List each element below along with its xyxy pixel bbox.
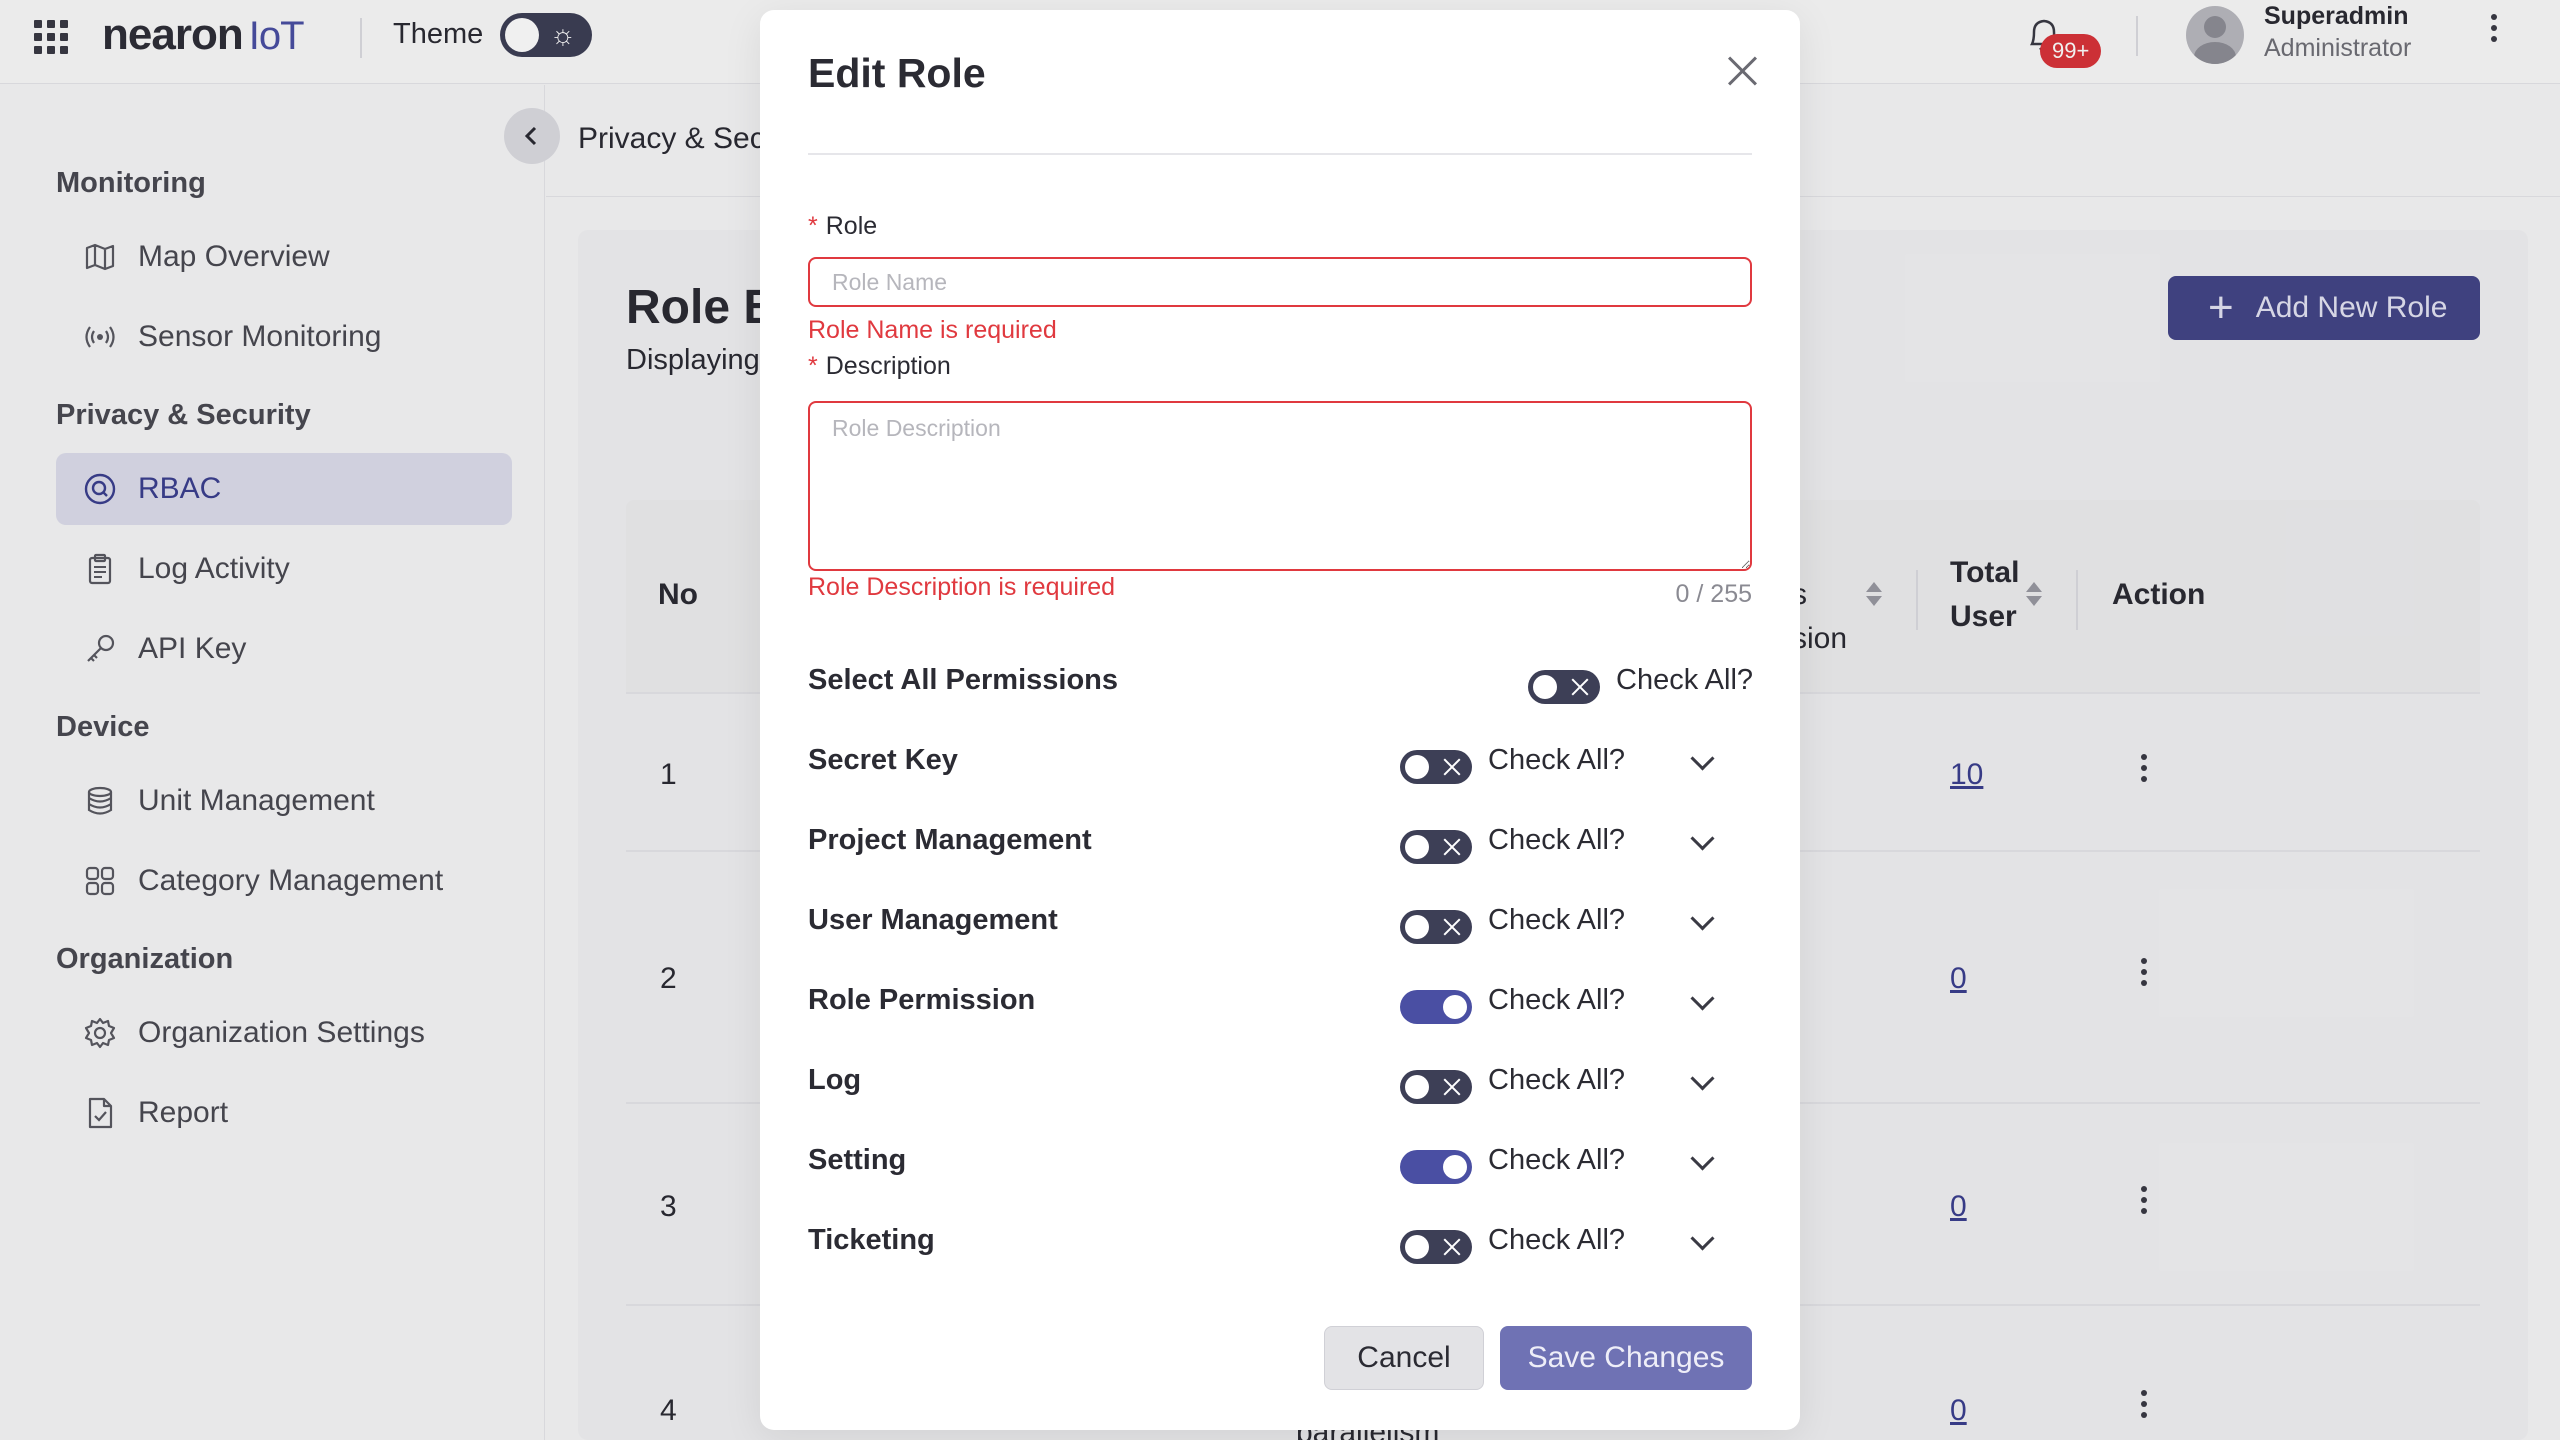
chevron-down-icon[interactable] xyxy=(1690,1230,1714,1254)
role-name-error: Role Name is required xyxy=(808,316,1057,344)
chevron-down-icon[interactable] xyxy=(1690,990,1714,1014)
check-all-label: Check All? xyxy=(1488,904,1626,936)
save-changes-button[interactable]: Save Changes xyxy=(1500,1326,1752,1390)
permission-label-user-management: User Management xyxy=(808,904,1058,936)
permission-toggle-log[interactable] xyxy=(1400,1070,1472,1104)
description-char-counter: 0 / 255 xyxy=(1675,580,1752,608)
role-description-error: Role Description is required xyxy=(808,573,1116,601)
role-description-input[interactable] xyxy=(808,401,1752,571)
chevron-down-icon[interactable] xyxy=(1690,1150,1714,1174)
permission-label-log: Log xyxy=(808,1064,862,1096)
divider xyxy=(808,153,1752,155)
role-field-label: * Role xyxy=(808,212,877,241)
check-all-label: Check All? xyxy=(1488,1224,1626,1256)
check-all-label: Check All? xyxy=(1488,1144,1626,1176)
select-all-permissions-toggle[interactable] xyxy=(1528,670,1600,704)
select-all-permissions-label: Select All Permissions xyxy=(808,664,1119,696)
required-asterisk: * xyxy=(808,352,818,380)
chevron-down-icon[interactable] xyxy=(1690,750,1714,774)
permission-toggle-project-management[interactable] xyxy=(1400,830,1472,864)
check-all-label: Check All? xyxy=(1488,1064,1626,1096)
permission-toggle-role-permission[interactable] xyxy=(1400,990,1472,1024)
permission-toggle-setting[interactable] xyxy=(1400,1150,1472,1184)
close-icon xyxy=(1442,1076,1462,1098)
permission-label-secret-key: Secret Key xyxy=(808,744,958,776)
check-all-label: Check All? xyxy=(1488,824,1626,856)
role-name-input[interactable] xyxy=(808,257,1752,307)
description-field-label: * Description xyxy=(808,352,951,381)
check-all-label: Check All? xyxy=(1616,664,1754,696)
chevron-down-icon[interactable] xyxy=(1690,910,1714,934)
permission-toggle-user-management[interactable] xyxy=(1400,910,1472,944)
close-icon xyxy=(1442,1236,1462,1258)
check-all-label: Check All? xyxy=(1488,744,1626,776)
required-asterisk: * xyxy=(808,212,818,240)
close-icon xyxy=(1442,836,1462,858)
close-icon xyxy=(1442,916,1462,938)
chevron-down-icon[interactable] xyxy=(1690,830,1714,854)
permission-toggle-ticketing[interactable] xyxy=(1400,1230,1472,1264)
description-label-text: Description xyxy=(825,352,951,380)
edit-role-modal: Edit Role *Role Role Name is required *D… xyxy=(760,10,1800,1430)
permission-label-setting: Setting xyxy=(808,1144,907,1176)
close-icon xyxy=(1570,676,1590,698)
permission-label-project-management: Project Management xyxy=(808,824,1092,856)
permission-label-role-permission: Role Permission xyxy=(808,984,1036,1016)
cancel-button[interactable]: Cancel xyxy=(1324,1326,1484,1390)
chevron-down-icon[interactable] xyxy=(1690,1070,1714,1094)
permission-toggle-secret-key[interactable] xyxy=(1400,750,1472,784)
modal-title: Edit Role xyxy=(808,50,986,96)
role-label-text: Role xyxy=(825,212,878,240)
close-icon[interactable] xyxy=(1720,48,1766,94)
check-all-label: Check All? xyxy=(1488,984,1626,1016)
close-icon xyxy=(1442,756,1462,778)
permission-label-ticketing: Ticketing xyxy=(808,1224,935,1256)
